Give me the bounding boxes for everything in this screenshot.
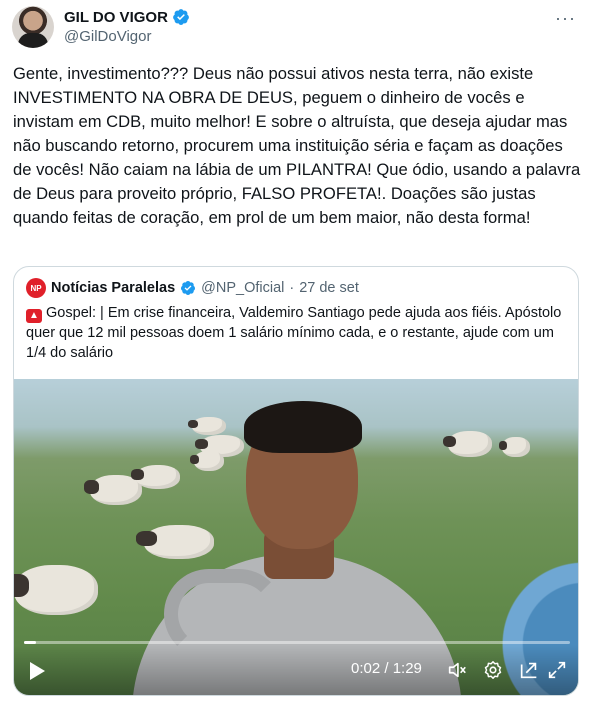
volume-muted-icon[interactable]: [446, 659, 468, 681]
verified-badge-icon: [173, 9, 189, 25]
video-scene-sheep: [187, 417, 226, 435]
author-display-name[interactable]: GIL DO VIGOR: [64, 9, 168, 26]
fullscreen-icon[interactable]: [546, 659, 568, 681]
video-progress-fill: [24, 641, 36, 644]
verified-badge-icon: [181, 281, 196, 295]
pop-out-icon[interactable]: [518, 659, 540, 681]
settings-gear-icon[interactable]: [482, 659, 504, 681]
siren-icon: ▲: [26, 309, 42, 323]
video-scene-sheep: [442, 431, 492, 457]
video-time: 0:02 / 1:29: [351, 660, 422, 677]
video-scene-sheep: [135, 525, 214, 559]
quoted-tweet-text: ▲ Gospel: | Em crise financeira, Valdemi…: [26, 303, 566, 363]
quoted-tweet-header: NP Notícias Paralelas @NP_Oficial · 27 d…: [26, 278, 359, 298]
video-scene-sheep: [14, 565, 98, 615]
tweet-text: Gente, investimento??? Deus não possui a…: [13, 64, 581, 227]
video-scene-sheep: [498, 437, 530, 457]
more-horizontal-icon[interactable]: ···: [555, 8, 576, 29]
quoted-tweet[interactable]: NP Notícias Paralelas @NP_Oficial · 27 d…: [13, 266, 579, 696]
separator-dot: ·: [289, 280, 295, 296]
tweet: GIL DO VIGOR @GilDoVigor ··· Gente, inve…: [0, 0, 592, 706]
video-controls: 0:02 / 1:29: [14, 645, 578, 695]
video-scene-sheep: [190, 451, 224, 471]
quoted-text-body: Gospel: | Em crise financeira, Valdemiro…: [26, 305, 562, 361]
play-icon[interactable]: [28, 661, 46, 681]
quoted-handle[interactable]: @NP_Oficial: [201, 280, 284, 296]
author-handle[interactable]: @GilDoVigor: [64, 28, 151, 45]
avatar-shirt: [18, 33, 48, 48]
quoted-date[interactable]: 27 de set: [299, 280, 359, 296]
video-scene-sheep: [130, 465, 180, 489]
quoted-display-name[interactable]: Notícias Paralelas: [51, 280, 175, 296]
video-player[interactable]: 0:02 / 1:29: [14, 379, 578, 695]
video-scene-person-hair: [244, 401, 362, 453]
video-progress-bar[interactable]: [24, 641, 570, 644]
np-logo-avatar[interactable]: NP: [26, 278, 46, 298]
author-name-row: GIL DO VIGOR: [64, 8, 190, 26]
author-avatar[interactable]: [12, 6, 54, 48]
